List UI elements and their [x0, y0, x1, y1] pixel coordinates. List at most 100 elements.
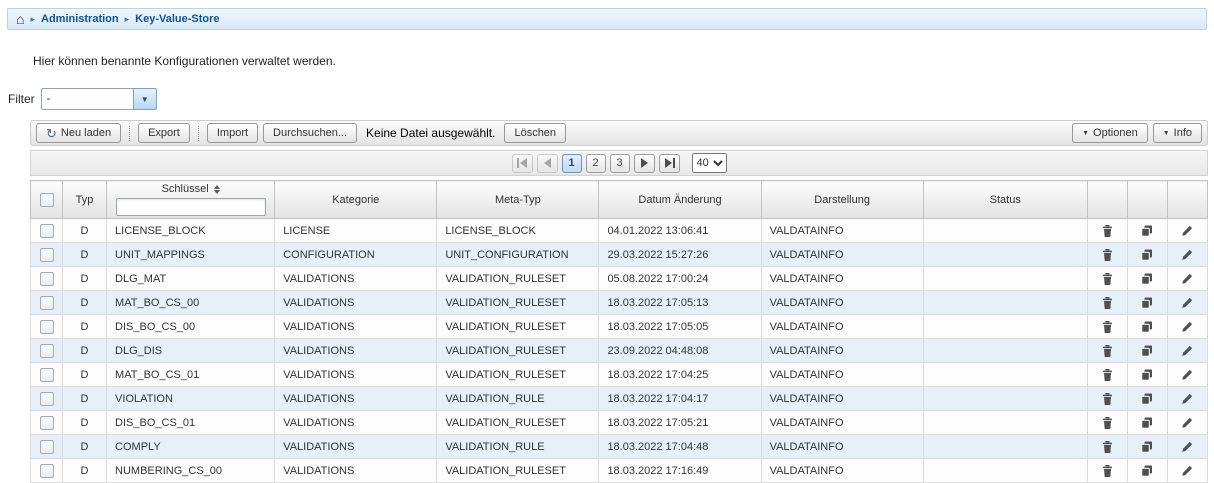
- row-checkbox[interactable]: [40, 368, 54, 382]
- file-status-text: Keine Datei ausgewählt.: [366, 126, 495, 140]
- edit-row-button[interactable]: [1167, 459, 1207, 483]
- select-all-checkbox[interactable]: [40, 193, 54, 207]
- table-row[interactable]: D DIS_BO_CS_01 VALIDATIONS VALIDATION_RU…: [31, 411, 1208, 435]
- table-row[interactable]: D UNIT_MAPPINGS CONFIGURATION UNIT_CONFI…: [31, 243, 1208, 267]
- delete-row-button[interactable]: [1087, 459, 1127, 483]
- import-button[interactable]: Import: [207, 123, 258, 143]
- edit-row-button[interactable]: [1167, 363, 1207, 387]
- table-row[interactable]: D DLG_MAT VALIDATIONS VALIDATION_RULESET…: [31, 267, 1208, 291]
- copy-icon: [1141, 417, 1153, 429]
- column-header-delete: [1087, 181, 1127, 219]
- edit-row-button[interactable]: [1167, 291, 1207, 315]
- edit-row-button[interactable]: [1167, 267, 1207, 291]
- row-checkbox[interactable]: [40, 344, 54, 358]
- row-checkbox[interactable]: [40, 464, 54, 478]
- delete-row-button[interactable]: [1087, 243, 1127, 267]
- row-checkbox[interactable]: [40, 272, 54, 286]
- copy-row-button[interactable]: [1127, 291, 1167, 315]
- edit-row-button[interactable]: [1167, 387, 1207, 411]
- table-row[interactable]: D COMPLY VALIDATIONS VALIDATION_RULE 18.…: [31, 435, 1208, 459]
- cell-status: [923, 459, 1087, 483]
- breadcrumb-item-key-value-store[interactable]: Key-Value-Store: [135, 13, 219, 25]
- copy-row-button[interactable]: [1127, 387, 1167, 411]
- row-checkbox[interactable]: [40, 392, 54, 406]
- row-checkbox[interactable]: [40, 296, 54, 310]
- export-button[interactable]: Export: [138, 123, 190, 143]
- page-button-1[interactable]: 1: [562, 154, 582, 173]
- copy-row-button[interactable]: [1127, 219, 1167, 243]
- first-page-button[interactable]: [512, 154, 533, 173]
- column-header-meta-typ[interactable]: Meta-Typ: [437, 181, 599, 219]
- table-row[interactable]: D LICENSE_BLOCK LICENSE LICENSE_BLOCK 04…: [31, 219, 1208, 243]
- copy-row-button[interactable]: [1127, 363, 1167, 387]
- home-icon[interactable]: ⌂: [16, 12, 24, 26]
- edit-row-button[interactable]: [1167, 435, 1207, 459]
- delete-row-button[interactable]: [1087, 411, 1127, 435]
- delete-row-button[interactable]: [1087, 387, 1127, 411]
- edit-row-button[interactable]: [1167, 411, 1207, 435]
- row-checkbox[interactable]: [40, 320, 54, 334]
- copy-row-button[interactable]: [1127, 339, 1167, 363]
- next-page-button[interactable]: [634, 154, 655, 173]
- cell-typ: D: [63, 435, 107, 459]
- column-header-kategorie[interactable]: Kategorie: [275, 181, 437, 219]
- filter-label: Filter: [8, 92, 35, 106]
- cell-datum-aenderung: 18.03.2022 17:04:17: [599, 387, 761, 411]
- cell-meta-typ: VALIDATION_RULE: [437, 435, 599, 459]
- delete-row-button[interactable]: [1087, 219, 1127, 243]
- row-checkbox[interactable]: [40, 440, 54, 454]
- schluessel-filter-input[interactable]: [116, 198, 266, 216]
- table-row[interactable]: D MAT_BO_CS_01 VALIDATIONS VALIDATION_RU…: [31, 363, 1208, 387]
- cell-schluessel: DIS_BO_CS_01: [107, 411, 275, 435]
- breadcrumb-item-administration[interactable]: Administration: [41, 13, 119, 25]
- column-header-status[interactable]: Status: [923, 181, 1087, 219]
- table-row[interactable]: D MAT_BO_CS_00 VALIDATIONS VALIDATION_RU…: [31, 291, 1208, 315]
- pencil-icon: [1181, 297, 1193, 309]
- browse-file-button[interactable]: Durchsuchen...: [263, 123, 357, 143]
- delete-row-button[interactable]: [1087, 339, 1127, 363]
- row-checkbox[interactable]: [40, 416, 54, 430]
- column-header-schluessel[interactable]: Schlüssel: [107, 181, 275, 219]
- column-header-datum-aenderung[interactable]: Datum Änderung: [599, 181, 761, 219]
- row-checkbox[interactable]: [40, 248, 54, 262]
- table-row[interactable]: D DLG_DIS VALIDATIONS VALIDATION_RULESET…: [31, 339, 1208, 363]
- copy-row-button[interactable]: [1127, 459, 1167, 483]
- edit-row-button[interactable]: [1167, 219, 1207, 243]
- delete-row-button[interactable]: [1087, 315, 1127, 339]
- table-row[interactable]: D VIOLATION VALIDATIONS VALIDATION_RULE …: [31, 387, 1208, 411]
- edit-row-button[interactable]: [1167, 315, 1207, 339]
- page-button-3[interactable]: 3: [610, 154, 630, 173]
- select-all-header-cell: [31, 181, 63, 219]
- column-header-schluessel-label: Schlüssel: [162, 183, 209, 195]
- last-page-button[interactable]: [659, 154, 680, 173]
- copy-row-button[interactable]: [1127, 411, 1167, 435]
- pencil-icon: [1181, 273, 1193, 285]
- copy-row-button[interactable]: [1127, 267, 1167, 291]
- prev-page-button[interactable]: [537, 154, 558, 173]
- delete-row-button[interactable]: [1087, 435, 1127, 459]
- copy-row-button[interactable]: [1127, 243, 1167, 267]
- cell-darstellung: VALDATAINFO: [761, 243, 923, 267]
- column-header-darstellung[interactable]: Darstellung: [761, 181, 923, 219]
- table-row[interactable]: D DIS_BO_CS_00 VALIDATIONS VALIDATION_RU…: [31, 315, 1208, 339]
- reload-button[interactable]: ↻ Neu laden: [36, 123, 121, 143]
- options-menu-button[interactable]: ▼ Optionen: [1072, 123, 1148, 143]
- filter-dropdown-button[interactable]: ▼: [133, 88, 157, 110]
- column-header-typ[interactable]: Typ: [63, 181, 107, 219]
- sort-icon[interactable]: [214, 185, 220, 194]
- edit-row-button[interactable]: [1167, 339, 1207, 363]
- filter-value-field[interactable]: [41, 88, 133, 110]
- delete-button[interactable]: Löschen: [504, 123, 566, 143]
- cell-schluessel: COMPLY: [107, 435, 275, 459]
- copy-row-button[interactable]: [1127, 435, 1167, 459]
- table-row[interactable]: D NUMBERING_CS_00 VALIDATIONS VALIDATION…: [31, 459, 1208, 483]
- page-button-2[interactable]: 2: [586, 154, 606, 173]
- delete-row-button[interactable]: [1087, 363, 1127, 387]
- page-size-select[interactable]: 40: [692, 153, 727, 173]
- delete-row-button[interactable]: [1087, 267, 1127, 291]
- copy-row-button[interactable]: [1127, 315, 1167, 339]
- info-menu-button[interactable]: ▼ Info: [1153, 123, 1202, 143]
- edit-row-button[interactable]: [1167, 243, 1207, 267]
- delete-row-button[interactable]: [1087, 291, 1127, 315]
- row-checkbox[interactable]: [40, 224, 54, 238]
